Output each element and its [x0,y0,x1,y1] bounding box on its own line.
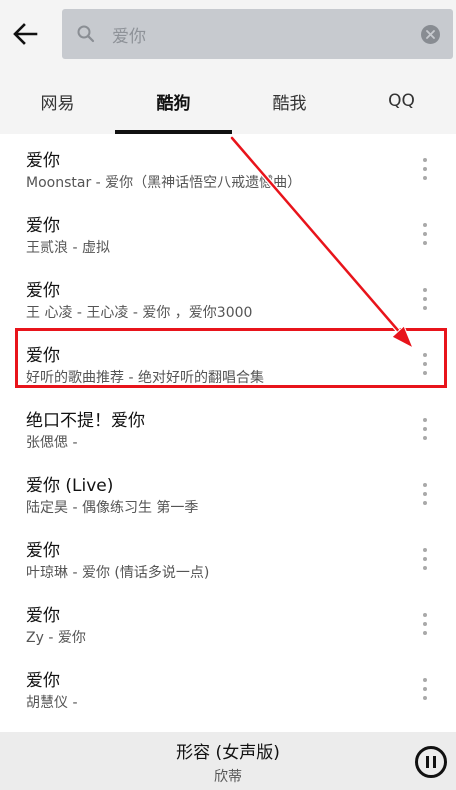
tab-kugou[interactable]: 酷狗 [115,72,232,130]
list-item[interactable]: 爱你 叶琼琳 - 爱你 (情话多说一点) [0,528,456,592]
back-button[interactable] [8,14,42,54]
list-item[interactable]: 绝口不提！爱你 张偲偲 - [0,398,456,462]
source-tabs: 网易 酷狗 酷我 QQ [0,72,456,134]
search-icon [77,25,95,43]
more-vertical-icon[interactable] [414,674,436,704]
more-vertical-icon[interactable] [414,609,436,639]
tab-qq[interactable]: QQ [347,72,456,130]
song-subtitle: 王贰浪 - 虚拟 [26,240,110,256]
song-title: 爱你 (Live) [26,476,114,496]
song-subtitle: Moonstar - 爱你（黑神话悟空八戒遗憾曲） [26,175,302,191]
list-item[interactable]: 爱你 Moonstar - 爱你（黑神话悟空八戒遗憾曲） [0,138,456,202]
more-vertical-icon[interactable] [414,544,436,574]
song-subtitle: 叶琼琳 - 爱你 (情话多说一点) [26,565,210,581]
list-item[interactable]: 爱你 (Live) 陆定昊 - 偶像练习生 第一季 [0,463,456,527]
close-icon [426,30,435,39]
mini-player[interactable]: 形容 (女声版) 欣蒂 [0,732,456,790]
more-vertical-icon[interactable] [414,219,436,249]
search-box[interactable] [62,9,453,59]
tab-netease[interactable]: 网易 [0,72,115,130]
song-subtitle: 王 心凌 - 王心凌 - 爱你 ，爱你3000 [26,305,253,321]
song-title: 爱你 [26,606,60,626]
search-input[interactable] [112,17,412,51]
list-item[interactable]: 爱你 胡慧仪 - [0,658,456,722]
song-title: 爱你 [26,151,60,171]
song-title: 爱你 [26,216,60,236]
song-subtitle: 陆定昊 - 偶像练习生 第一季 [26,500,199,516]
song-title: 绝口不提！爱你 [26,411,145,431]
pause-button[interactable] [415,746,447,778]
tab-kuwo[interactable]: 酷我 [232,72,347,130]
more-vertical-icon[interactable] [414,154,436,184]
pause-icon [426,756,429,768]
now-playing-title: 形容 (女声版) [176,743,280,763]
song-title: 爱你 [26,281,60,301]
now-playing-artist: 欣蒂 [214,769,242,785]
song-title: 爱你 [26,671,60,691]
clear-icon[interactable] [421,25,440,44]
song-subtitle: 胡慧仪 - [26,695,78,711]
more-vertical-icon[interactable] [414,479,436,509]
song-title: 爱你 [26,541,60,561]
more-vertical-icon[interactable] [414,284,436,314]
top-bar [0,0,456,72]
active-tab-indicator [115,130,232,134]
list-item[interactable]: 爱你 王 心凌 - 王心凌 - 爱你 ，爱你3000 [0,268,456,332]
song-subtitle: 张偲偲 - [26,435,78,451]
arrow-left-icon [13,23,38,45]
highlight-box [15,328,447,388]
list-item[interactable]: 爱你 Zy - 爱你 [0,593,456,657]
more-vertical-icon[interactable] [414,414,436,444]
song-subtitle: Zy - 爱你 [26,630,86,646]
list-item[interactable]: 爱你 王贰浪 - 虚拟 [0,203,456,267]
